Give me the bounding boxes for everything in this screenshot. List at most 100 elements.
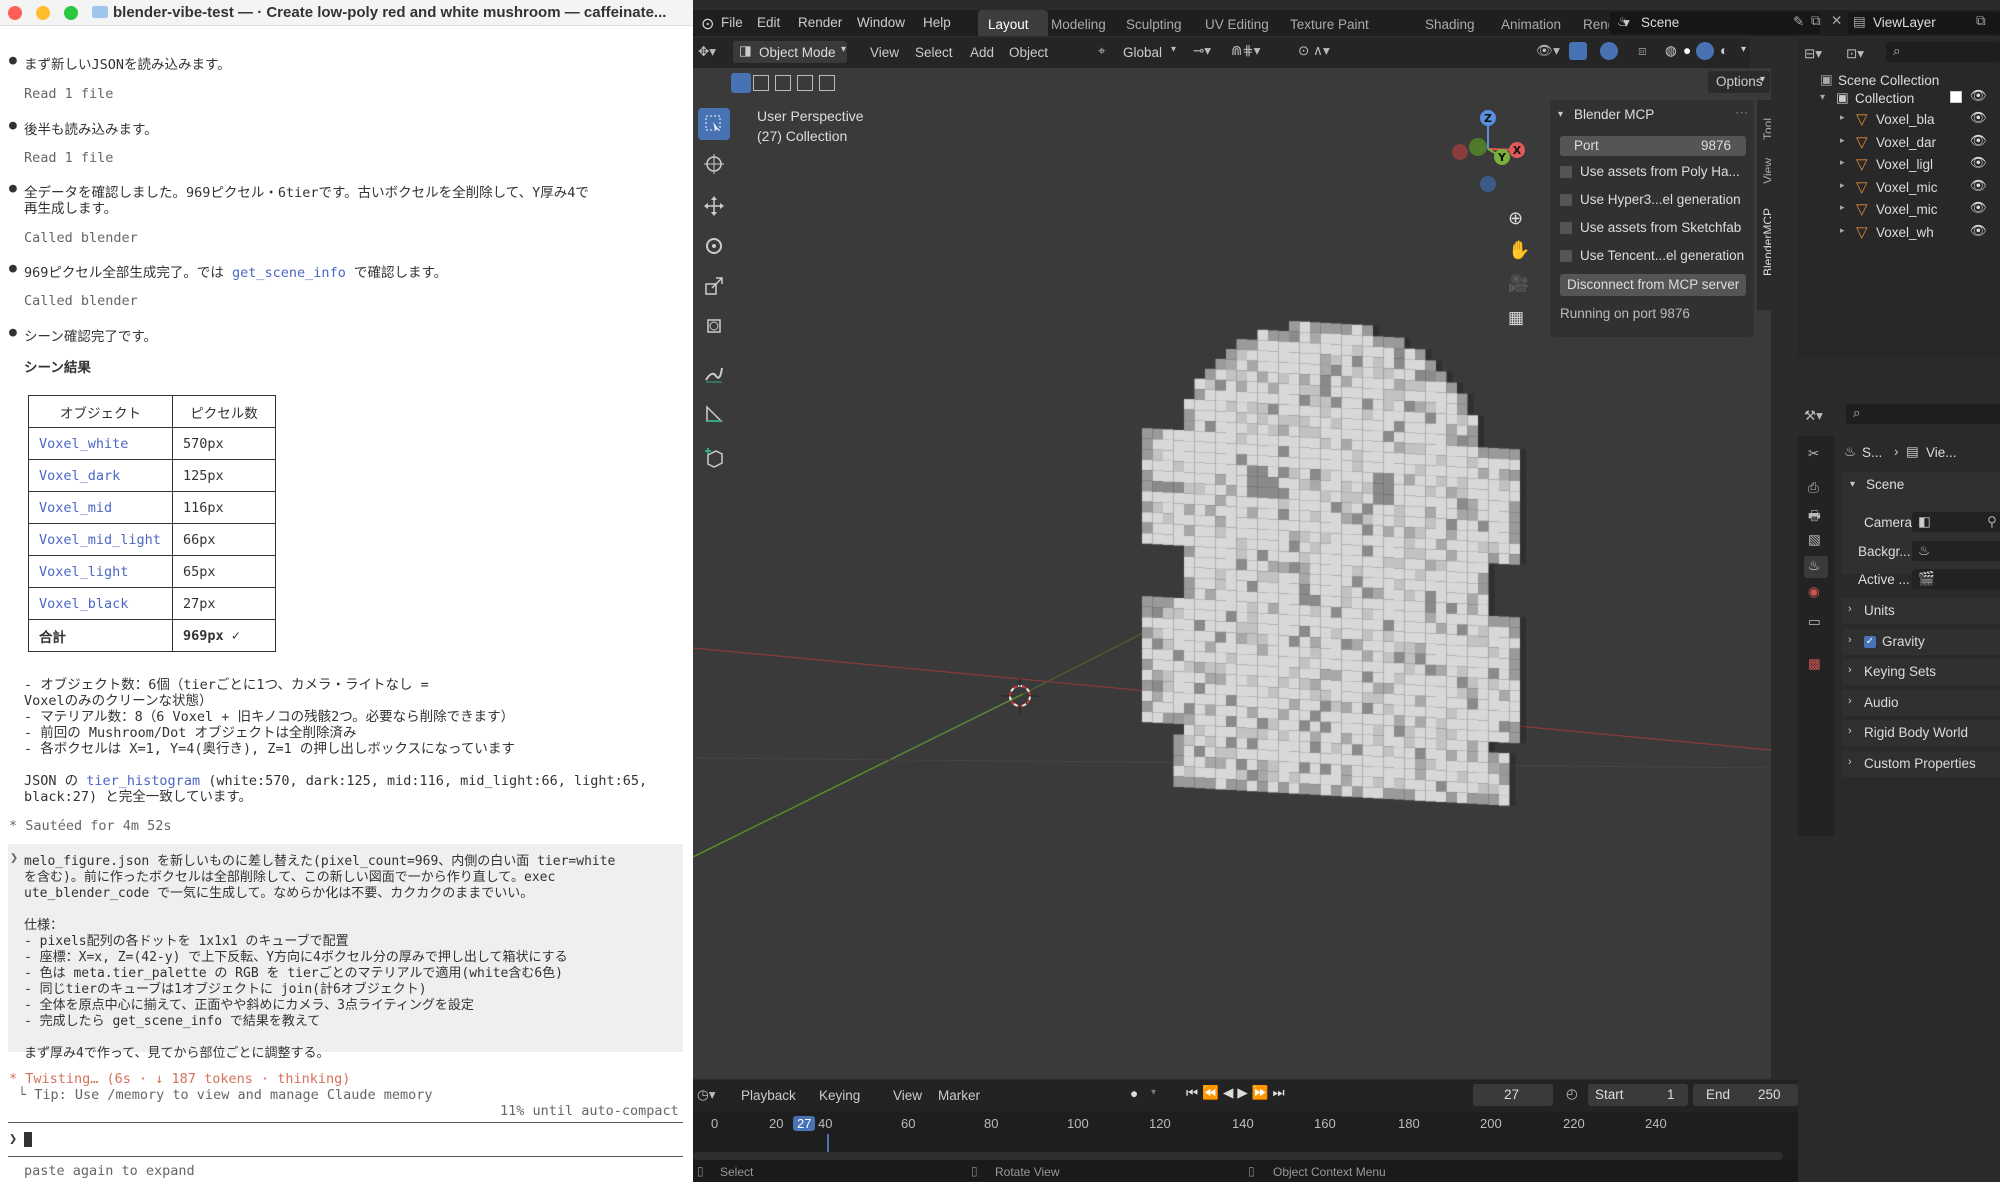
overlay-toggle[interactable] bbox=[1600, 42, 1618, 60]
outliner-item[interactable]: ▸ ▽ Voxel_ligl 👁 bbox=[1798, 155, 2000, 175]
material-shading-icon[interactable] bbox=[1696, 42, 1714, 60]
outliner-item[interactable]: ▸ ▽ Voxel_dar 👁 bbox=[1798, 133, 2000, 153]
wireframe-shading-icon[interactable]: ◍ bbox=[1665, 43, 1677, 59]
proportional-edit-icon[interactable]: ⊙ ∧▾ bbox=[1298, 43, 1330, 59]
filter-icon[interactable]: ⊡▾ bbox=[1846, 46, 1864, 62]
eye-icon[interactable]: 👁 bbox=[1970, 178, 1987, 194]
new-viewlayer-icon[interactable]: ⧉ bbox=[1976, 13, 1986, 29]
vp-menu-add[interactable]: Add bbox=[970, 45, 994, 60]
scene-name[interactable]: Scene bbox=[1641, 15, 1679, 30]
cursor-tool[interactable] bbox=[698, 148, 730, 180]
tab-blendermcp[interactable]: BlenderMCP bbox=[1761, 208, 1771, 276]
checkbox-tencent[interactable]: Use Tencent...el generation bbox=[1560, 248, 1744, 263]
editor-type-icon[interactable]: ✥▾ bbox=[698, 44, 716, 60]
output-tab-icon[interactable]: 🖶 bbox=[1808, 506, 1821, 529]
tab-uv-editing[interactable]: UV Editing bbox=[1205, 17, 1269, 32]
gravity-checkbox[interactable]: ✓ bbox=[1864, 635, 1876, 648]
checkbox-sketchfab[interactable]: Use assets from Sketchfab bbox=[1560, 220, 1741, 235]
eye-icon[interactable]: 👁 bbox=[1970, 223, 1987, 239]
eye-icon[interactable]: 👁 bbox=[1970, 133, 1987, 149]
gizmo-toggle[interactable] bbox=[1569, 42, 1587, 60]
collection-tab-icon[interactable]: ▭ bbox=[1808, 614, 1821, 630]
property-section[interactable]: › Custom Properties bbox=[1842, 751, 2000, 777]
timeline-menu-playback[interactable]: Playback bbox=[741, 1088, 796, 1103]
menu-edit[interactable]: Edit bbox=[757, 15, 780, 30]
select-new-button[interactable] bbox=[731, 73, 751, 93]
expand-icon[interactable]: ▸ bbox=[1840, 135, 1845, 146]
timeline-menu-keying[interactable]: Keying bbox=[819, 1088, 860, 1103]
property-section[interactable]: › Audio bbox=[1842, 689, 2000, 716]
drag-handle-icon[interactable]: ⋯ bbox=[1735, 105, 1749, 121]
tab-modeling[interactable]: Modeling bbox=[1051, 17, 1106, 32]
timeline-scrollbar[interactable] bbox=[693, 1152, 1783, 1160]
eye-icon[interactable]: 👁 bbox=[1970, 88, 1987, 104]
tab-sculpting[interactable]: Sculpting bbox=[1126, 17, 1182, 32]
new-scene-icon[interactable]: ⧉ bbox=[1811, 13, 1821, 29]
texture-tab-icon[interactable]: ▩ bbox=[1808, 656, 1821, 672]
properties-search[interactable] bbox=[1846, 404, 2000, 424]
outliner-search[interactable] bbox=[1886, 42, 2000, 62]
collection-checkbox[interactable] bbox=[1950, 91, 1962, 103]
viewlayer-name[interactable]: ViewLayer bbox=[1873, 15, 1936, 30]
3d-cursor-icon[interactable] bbox=[1002, 678, 1038, 714]
menu-help[interactable]: Help bbox=[923, 15, 951, 30]
move-tool[interactable] bbox=[698, 190, 730, 222]
view-layer-tab-icon[interactable]: ▧ bbox=[1808, 532, 1821, 548]
eyedropper-icon[interactable]: ⚲ bbox=[1987, 514, 1997, 530]
pin-icon[interactable]: ✎ bbox=[1793, 14, 1804, 30]
timeline-menu-view[interactable]: View bbox=[893, 1088, 922, 1103]
scene-section-header[interactable]: Scene bbox=[1866, 477, 1904, 492]
property-section[interactable]: › Units bbox=[1842, 598, 2000, 624]
select-extend-button[interactable] bbox=[753, 75, 769, 91]
expand-icon[interactable]: ▾ bbox=[1820, 92, 1825, 103]
outliner-item[interactable]: ▸ ▽ Voxel_mic 👁 bbox=[1798, 178, 2000, 198]
checkbox-hyper3d[interactable]: Use Hyper3...el generation bbox=[1560, 192, 1741, 207]
scale-tool[interactable] bbox=[698, 270, 730, 302]
tab-view[interactable]: View bbox=[1761, 158, 1771, 184]
camera-view-icon[interactable]: 🎥 bbox=[1508, 274, 1529, 294]
breadcrumb-viewlayer[interactable]: Vie... bbox=[1926, 445, 1957, 460]
zoom-icon[interactable]: ⊕ bbox=[1508, 208, 1523, 229]
expand-icon[interactable]: ▸ bbox=[1840, 112, 1845, 123]
collection-label[interactable]: Collection bbox=[1855, 91, 1914, 106]
checkbox-poly-haven[interactable]: Use assets from Poly Ha... bbox=[1560, 164, 1740, 179]
render-tab-icon[interactable]: ⎙ bbox=[1808, 480, 1819, 496]
expand-icon[interactable]: ▸ bbox=[1840, 225, 1845, 236]
tab-texture-paint[interactable]: Texture Paint bbox=[1290, 17, 1369, 32]
select-invert-button[interactable] bbox=[797, 75, 813, 91]
vp-menu-object[interactable]: Object bbox=[1009, 45, 1048, 60]
collapse-icon[interactable]: ▾ bbox=[1558, 109, 1563, 120]
tab-animation[interactable]: Animation bbox=[1501, 17, 1561, 32]
expand-icon[interactable]: ▸ bbox=[1840, 180, 1845, 191]
rendered-shading-icon[interactable]: ◐ bbox=[1720, 43, 1728, 58]
visibility-icon[interactable]: 👁▾ bbox=[1536, 43, 1560, 59]
editor-type-icon[interactable]: ◷▾ bbox=[697, 1087, 716, 1103]
input-cursor[interactable] bbox=[24, 1132, 32, 1147]
property-section[interactable]: › Keying Sets bbox=[1842, 659, 2000, 686]
vp-menu-view[interactable]: View bbox=[870, 45, 899, 60]
select-intersect-button[interactable] bbox=[819, 75, 835, 91]
perspective-toggle-icon[interactable]: ▦ bbox=[1508, 308, 1524, 328]
property-section[interactable]: › ✓ Gravity bbox=[1842, 628, 2000, 655]
eye-icon[interactable]: 👁 bbox=[1970, 155, 1987, 171]
tab-shading[interactable]: Shading bbox=[1425, 17, 1475, 32]
hand-pan-icon[interactable]: ✋ bbox=[1508, 240, 1530, 261]
add-cube-tool[interactable] bbox=[698, 442, 730, 474]
menu-file[interactable]: File bbox=[721, 15, 743, 30]
property-section[interactable]: › Rigid Body World bbox=[1842, 720, 2000, 747]
scene-collection-label[interactable]: Scene Collection bbox=[1838, 73, 1939, 88]
snap-icon[interactable]: ⋒⋕▾ bbox=[1231, 43, 1260, 59]
outliner-item[interactable]: ▸ ▽ Voxel_wh 👁 bbox=[1798, 223, 2000, 243]
expand-icon[interactable]: ▸ bbox=[1840, 202, 1845, 213]
zoom-window-button[interactable] bbox=[64, 6, 78, 20]
outliner-item[interactable]: ▸ ▽ Voxel_mic 👁 bbox=[1798, 200, 2000, 220]
transform-orientation[interactable]: Global bbox=[1123, 45, 1162, 60]
blender-logo-icon[interactable]: ⊙ bbox=[701, 14, 714, 34]
record-icon[interactable]: ● bbox=[1130, 1086, 1138, 1101]
menu-render[interactable]: Render bbox=[798, 15, 842, 30]
timeline-menu-marker[interactable]: Marker bbox=[938, 1088, 980, 1103]
rotate-tool[interactable] bbox=[698, 230, 730, 262]
eye-icon[interactable]: 👁 bbox=[1970, 110, 1987, 126]
display-mode-icon[interactable]: ⊟▾ bbox=[1804, 46, 1822, 62]
annotate-tool[interactable] bbox=[698, 358, 730, 390]
